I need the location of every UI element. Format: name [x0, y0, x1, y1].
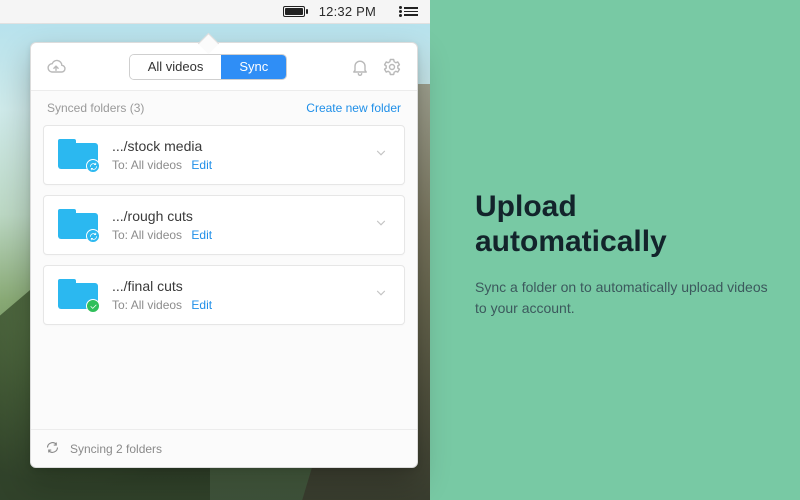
marketing-title: Upload automatically — [475, 190, 775, 259]
folder-card-body: .../stock media To: All videos Edit — [112, 138, 360, 172]
battery-icon[interactable] — [283, 6, 305, 17]
edit-destination-link[interactable]: Edit — [191, 158, 212, 172]
edit-destination-link[interactable]: Edit — [191, 228, 212, 242]
sync-badge-icon — [86, 159, 100, 173]
settings-gear-icon[interactable] — [381, 56, 403, 78]
folder-card[interactable]: .../rough cuts To: All videos Edit — [43, 195, 405, 255]
sync-status-text: Syncing 2 folders — [70, 442, 162, 456]
folder-icon — [58, 209, 98, 241]
panel-subheader: Synced folders (3) Create new folder — [31, 91, 417, 121]
menubar: 12:32 PM — [0, 0, 430, 24]
folder-card[interactable]: .../final cuts To: All videos Edit — [43, 265, 405, 325]
folder-list: .../stock media To: All videos Edit — [31, 121, 417, 329]
tab-sync[interactable]: Sync — [221, 55, 286, 79]
folder-icon — [58, 139, 98, 171]
marketing-body: Sync a folder on to automatically upload… — [475, 277, 775, 319]
synced-folders-heading: Synced folders (3) — [47, 101, 144, 115]
menubar-clock[interactable]: 12:32 PM — [319, 4, 376, 19]
sync-spinner-icon — [45, 440, 60, 458]
notifications-bell-icon[interactable] — [349, 56, 371, 78]
folder-card[interactable]: .../stock media To: All videos Edit — [43, 125, 405, 185]
expand-chevron-icon[interactable] — [374, 146, 392, 165]
folder-destination: To: All videos Edit — [112, 158, 360, 172]
expand-chevron-icon[interactable] — [374, 216, 392, 235]
sync-badge-icon — [86, 229, 100, 243]
sync-dropdown-panel: All videos Sync Synced folders (3) Creat… — [30, 42, 418, 468]
folder-destination: To: All videos Edit — [112, 228, 360, 242]
panel-toolbar: All videos Sync — [31, 43, 417, 91]
panel-footer: Syncing 2 folders — [31, 429, 417, 467]
folder-card-body: .../final cuts To: All videos Edit — [112, 278, 360, 312]
folder-icon — [58, 279, 98, 311]
folder-card-body: .../rough cuts To: All videos Edit — [112, 208, 360, 242]
view-segmented-control: All videos Sync — [129, 54, 288, 80]
synced-ok-badge-icon — [86, 299, 100, 313]
edit-destination-link[interactable]: Edit — [191, 298, 212, 312]
cloud-upload-icon[interactable] — [45, 56, 67, 78]
marketing-panel: Upload automatically Sync a folder on to… — [475, 190, 775, 319]
expand-chevron-icon[interactable] — [374, 286, 392, 305]
folder-destination: To: All videos Edit — [112, 298, 360, 312]
menubar-list-icon[interactable] — [404, 7, 418, 16]
create-folder-link[interactable]: Create new folder — [306, 101, 401, 115]
folder-name: .../stock media — [112, 138, 360, 154]
folder-name: .../final cuts — [112, 278, 360, 294]
tab-all-videos[interactable]: All videos — [130, 55, 222, 79]
folder-name: .../rough cuts — [112, 208, 360, 224]
desktop-scene: 12:32 PM All videos Sync — [0, 0, 430, 500]
